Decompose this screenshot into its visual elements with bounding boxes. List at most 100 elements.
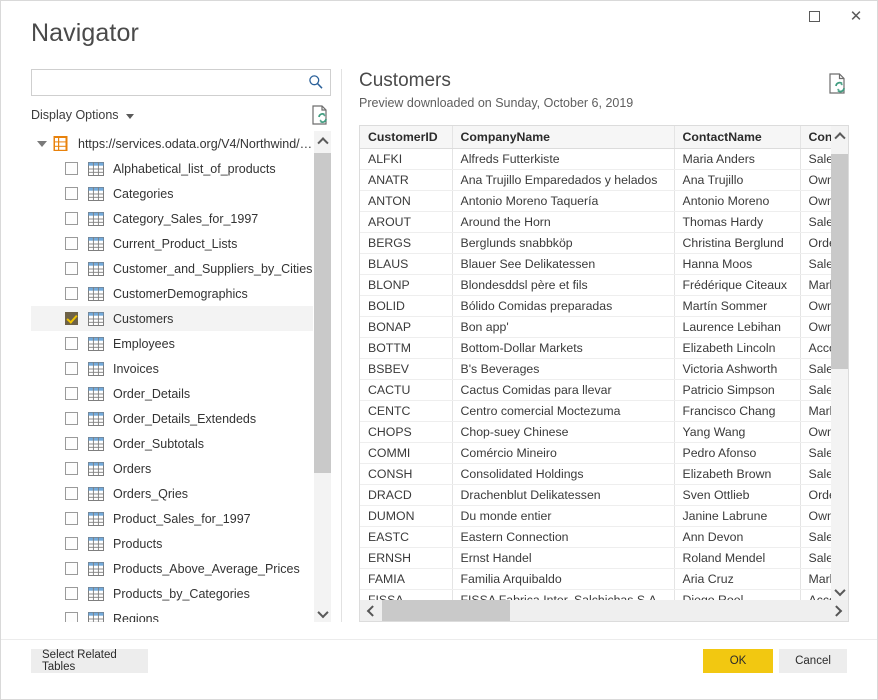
tree-item-categories[interactable]: Categories — [31, 181, 313, 206]
search-input[interactable] — [31, 69, 331, 96]
tree-item-regions[interactable]: Regions — [31, 606, 313, 622]
table-cell: Owner — [800, 169, 831, 191]
close-button[interactable]: ✕ — [835, 1, 877, 31]
column-header[interactable]: ContactName — [674, 126, 801, 149]
refresh-preview-icon[interactable] — [828, 73, 847, 94]
table-cell: Around the Horn — [452, 211, 675, 233]
tree-item-label: Products_by_Categories — [113, 586, 250, 601]
table-checkbox[interactable] — [65, 412, 78, 425]
table-cell: BOTTM — [360, 337, 453, 359]
cancel-button[interactable]: Cancel — [779, 649, 847, 673]
tree-item-customerdemographics[interactable]: CustomerDemographics — [31, 281, 313, 306]
table-cell: CHOPS — [360, 421, 453, 443]
table-checkbox[interactable] — [65, 437, 78, 450]
table-checkbox[interactable] — [65, 362, 78, 375]
table-icon — [88, 411, 104, 426]
grid-hscroll-thumb[interactable] — [382, 600, 510, 621]
grid-scroll-down-button[interactable] — [831, 583, 848, 600]
table-checkbox[interactable] — [65, 162, 78, 175]
tree-item-orders[interactable]: Orders — [31, 456, 313, 481]
table-checkbox[interactable] — [65, 187, 78, 200]
table-cell: Sales Representative — [800, 358, 831, 380]
tree-item-current-product-lists[interactable]: Current_Product_Lists — [31, 231, 313, 256]
data-table: CustomerIDCompanyNameContactNameContactT… — [360, 126, 831, 600]
table-cell: B's Beverages — [452, 358, 675, 380]
scroll-up-button[interactable] — [314, 131, 331, 148]
search-row — [31, 69, 331, 96]
grid-scroll-right-button[interactable] — [827, 600, 848, 621]
tree-vertical-scrollbar[interactable] — [314, 131, 331, 622]
grid-scroll-left-button[interactable] — [360, 600, 381, 621]
tree-item-label: Products_Above_Average_Prices — [113, 561, 300, 576]
scroll-down-button[interactable] — [314, 605, 331, 622]
display-options-button[interactable]: Display Options — [31, 108, 134, 122]
table-cell: Familia Arquibaldo — [452, 568, 675, 590]
ok-button[interactable]: OK — [703, 649, 773, 673]
table-cell: Order Administrator — [800, 484, 831, 506]
column-header[interactable]: ContactTitle — [800, 126, 831, 149]
tree-item-alphabetical-list-of-products[interactable]: Alphabetical_list_of_products — [31, 156, 313, 181]
refresh-document-icon[interactable] — [311, 105, 329, 125]
tree-item-customer-and-suppliers-by-cities[interactable]: Customer_and_Suppliers_by_Cities — [31, 256, 313, 281]
table-row: BLAUS Blauer See Delikatessen Hanna Moos Sa… — [360, 253, 831, 275]
navigator-dialog: ✕ Navigator Display Options https://serv… — [0, 0, 878, 700]
table-checkbox[interactable] — [65, 487, 78, 500]
table-cell: Marketing Assistant — [800, 568, 831, 590]
grid-horizontal-scrollbar[interactable] — [360, 600, 848, 621]
tree-list: https://services.odata.org/V4/Northwind/… — [31, 131, 313, 622]
column-header[interactable]: CompanyName — [452, 126, 675, 149]
tree-item-products-above-average-prices[interactable]: Products_Above_Average_Prices — [31, 556, 313, 581]
table-checkbox[interactable] — [65, 387, 78, 400]
table-cell: FISSA — [360, 589, 453, 600]
grid-scroll-thumb[interactable] — [831, 154, 848, 369]
tree-item-order-details-extendeds[interactable]: Order_Details_Extendeds — [31, 406, 313, 431]
table-row: FAMIAFamilia ArquibaldoAria CruzMarketin… — [360, 568, 831, 590]
table-cell: Owner — [800, 316, 831, 338]
table-cell: Antonio Moreno — [674, 190, 801, 212]
tree-item-product-sales-for-1997[interactable]: Product_Sales_for_1997 — [31, 506, 313, 531]
table-row: ANTON Antonio Moreno Taquería Antonio More… — [360, 190, 831, 212]
table-cell: Accounting Manager — [800, 337, 831, 359]
table-row: FISSA FISSA Fabrica Inter. Salchichas S.A… — [360, 589, 831, 600]
table-icon — [88, 311, 104, 326]
table-cell: Patricio Simpson — [674, 379, 801, 401]
table-checkbox[interactable] — [65, 287, 78, 300]
select-related-tables-button[interactable]: Select Related Tables — [31, 649, 148, 673]
table-cell: Hanna Moos — [674, 253, 801, 275]
table-icon — [88, 236, 104, 251]
table-checkbox[interactable] — [65, 312, 78, 325]
tree-item-order-details[interactable]: Order_Details — [31, 381, 313, 406]
table-cell: Alfreds Futterkiste — [452, 148, 675, 170]
tree-item-invoices[interactable]: Invoices — [31, 356, 313, 381]
table-checkbox[interactable] — [65, 462, 78, 475]
table-checkbox[interactable] — [65, 262, 78, 275]
tree-item-products-by-categories[interactable]: Products_by_Categories — [31, 581, 313, 606]
table-checkbox[interactable] — [65, 587, 78, 600]
tree-item-products[interactable]: Products — [31, 531, 313, 556]
table-cell: Bólido Comidas preparadas — [452, 295, 675, 317]
table-icon — [88, 186, 104, 201]
table-cell: Maria Anders — [674, 148, 801, 170]
tree-scroll-thumb[interactable] — [314, 153, 331, 473]
table-checkbox[interactable] — [65, 537, 78, 550]
tree-item-employees[interactable]: Employees — [31, 331, 313, 356]
tree-item-customers[interactable]: Customers — [31, 306, 313, 331]
column-header[interactable]: CustomerID — [360, 126, 453, 149]
maximize-button[interactable] — [793, 1, 835, 31]
tree-item-orders-qries[interactable]: Orders_Qries — [31, 481, 313, 506]
grid-vertical-scrollbar[interactable] — [831, 126, 848, 600]
table-checkbox[interactable] — [65, 237, 78, 250]
display-options-label: Display Options — [31, 108, 119, 122]
table-checkbox[interactable] — [65, 337, 78, 350]
table-checkbox[interactable] — [65, 612, 78, 622]
table-checkbox[interactable] — [65, 212, 78, 225]
table-cell: Eastern Connection — [452, 526, 675, 548]
tree-item-category-sales-for-1997[interactable]: Category_Sales_for_1997 — [31, 206, 313, 231]
tree-item-order-subtotals[interactable]: Order_Subtotals — [31, 431, 313, 456]
grid-scroll-up-button[interactable] — [831, 126, 848, 143]
table-row: BSBEVB's BeveragesVictoria AshworthSales… — [360, 358, 831, 380]
tree-root-node[interactable]: https://services.odata.org/V4/Northwind/… — [31, 131, 313, 156]
table-checkbox[interactable] — [65, 562, 78, 575]
collapse-triangle-icon[interactable] — [35, 137, 49, 151]
table-checkbox[interactable] — [65, 512, 78, 525]
